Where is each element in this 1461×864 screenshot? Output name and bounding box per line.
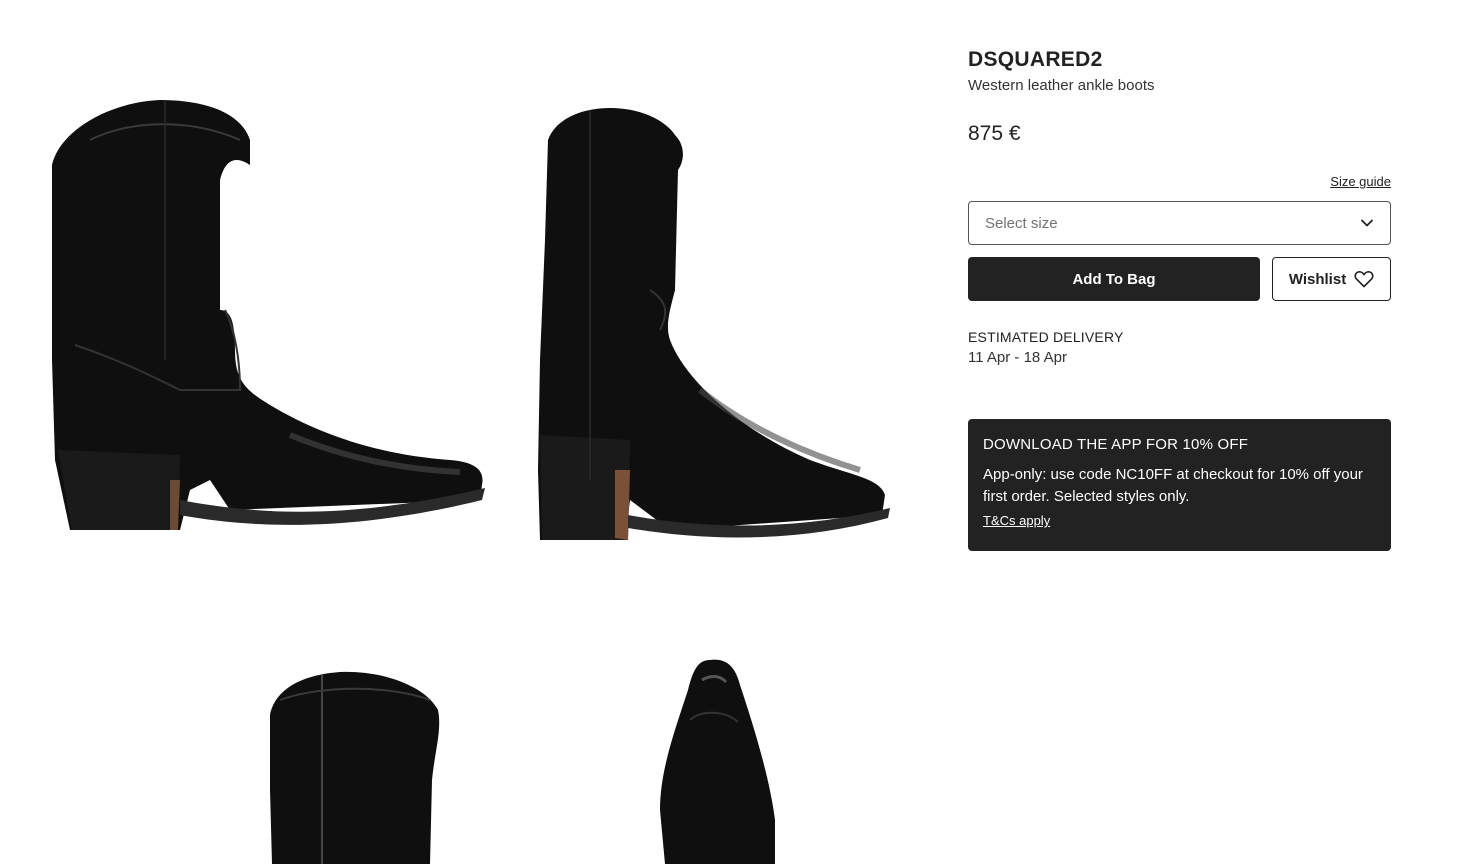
size-guide-link[interactable]: Size guide — [1330, 174, 1391, 189]
delivery-dates: 11 Apr - 18 Apr — [968, 349, 1067, 366]
terms-link[interactable]: T&Cs apply — [983, 513, 1050, 528]
promo-title: DOWNLOAD THE APP FOR 10% OFF — [983, 436, 1249, 453]
promo-text: App-only: use code NC10FF at checkout fo… — [983, 466, 1363, 505]
wishlist-button[interactable]: Wishlist — [1272, 257, 1391, 301]
product-gallery — [0, 0, 940, 864]
product-page: DSQUARED2 Western leather ankle boots 87… — [0, 0, 1461, 864]
chevron-down-icon — [1361, 219, 1373, 227]
estimated-delivery: ESTIMATED DELIVERY 11 Apr - 18 Apr — [968, 327, 1391, 369]
size-select-dropdown[interactable]: Select size — [968, 201, 1391, 245]
add-to-bag-label: Add To Bag — [1072, 270, 1156, 288]
product-image-top[interactable] — [630, 640, 800, 864]
add-to-bag-button[interactable]: Add To Bag — [968, 257, 1260, 301]
boot-back-image — [270, 671, 440, 864]
product-image-three-quarter[interactable] — [520, 60, 910, 580]
size-select-placeholder: Select size — [985, 214, 1058, 232]
delivery-label: ESTIMATED DELIVERY — [968, 329, 1124, 345]
heart-icon — [1354, 271, 1374, 288]
product-brand[interactable]: DSQUARED2 — [968, 48, 1391, 72]
wishlist-label: Wishlist — [1288, 270, 1347, 288]
product-image-back[interactable] — [240, 640, 470, 864]
boot-side-image — [52, 100, 485, 530]
product-price: 875 € — [968, 122, 1021, 145]
purchase-actions: Add To Bag Wishlist — [968, 257, 1391, 301]
size-guide-row: Size guide — [968, 173, 1391, 191]
app-promo-banner: DOWNLOAD THE APP FOR 10% OFF App-only: u… — [968, 419, 1391, 551]
boot-three-quarter-image — [538, 108, 890, 540]
product-info-panel: DSQUARED2 Western leather ankle boots 87… — [968, 44, 1391, 551]
boot-top-image — [660, 659, 775, 864]
product-name: Western leather ankle boots — [968, 77, 1155, 94]
product-image-side[interactable] — [30, 60, 500, 580]
